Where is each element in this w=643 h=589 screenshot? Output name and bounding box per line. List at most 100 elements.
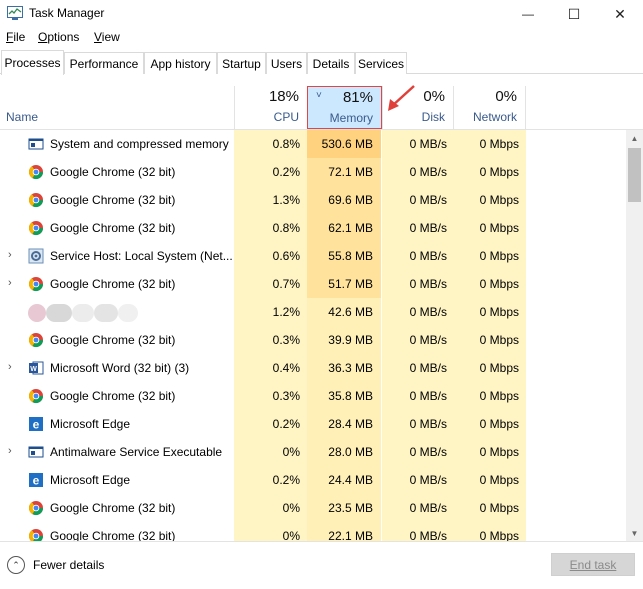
expand-chevron-icon[interactable]: › (8, 445, 12, 457)
process-row[interactable]: Google Chrome (32 bit) 1.3% 69.6 MB 0 MB/s 0… (0, 186, 626, 214)
chrome-icon (28, 221, 44, 236)
process-name: Google Chrome (32 bit) (50, 277, 176, 291)
process-row[interactable]: Google Chrome (32 bit) 0% 22.1 MB 0 MB/s 0 M… (0, 522, 626, 541)
disk-value: 0 MB/s (409, 417, 447, 431)
cpu-value: 0.7% (272, 277, 300, 291)
maximize-button[interactable]: ☐ (551, 0, 597, 28)
memory-value: 28.0 MB (328, 445, 373, 459)
memory-value: 42.6 MB (328, 305, 373, 319)
system-icon (28, 446, 44, 458)
process-row[interactable]: › Google Chrome (32 bit) 0.7% 51.7 MB 0 MB/s… (0, 270, 626, 298)
tab-app-history[interactable]: App history (144, 52, 217, 74)
network-percent: 0% (495, 88, 517, 105)
network-value: 0 Mbps (479, 529, 519, 541)
disk-percent: 0% (423, 88, 445, 105)
cpu-value: 1.2% (272, 305, 300, 319)
network-value: 0 Mbps (479, 277, 519, 291)
scroll-up-icon[interactable]: ▲ (626, 130, 643, 146)
cpu-value: 0.2% (272, 417, 300, 431)
column-header-memory[interactable]: ˅ 81% Memory (307, 86, 382, 129)
cpu-value: 0.8% (272, 137, 300, 151)
tab-strip: Processes Performance App history Startu… (0, 50, 643, 75)
process-name: Google Chrome (32 bit) (50, 333, 176, 347)
network-value: 0 Mbps (479, 361, 519, 375)
process-name: Google Chrome (32 bit) (50, 165, 176, 179)
disk-value: 0 MB/s (409, 137, 447, 151)
tab-startup[interactable]: Startup (217, 52, 266, 74)
scroll-down-icon[interactable]: ▼ (626, 525, 643, 541)
process-row[interactable]: System and compressed memory 0.8% 530.6 MB… (0, 130, 626, 158)
redacted-process-name (28, 304, 138, 322)
network-value: 0 Mbps (479, 165, 519, 179)
task-manager-icon (7, 6, 23, 20)
menu-view[interactable]: View (94, 30, 120, 44)
expand-chevron-icon[interactable]: › (8, 361, 12, 373)
memory-value: 35.8 MB (328, 389, 373, 403)
fewer-details-link[interactable]: Fewer details (33, 558, 104, 572)
process-row[interactable]: Google Chrome (32 bit) 0.3% 39.9 MB 0 MB/s 0… (0, 326, 626, 354)
column-header-name[interactable]: Name (6, 110, 38, 124)
network-value: 0 Mbps (479, 193, 519, 207)
memory-percent: 81% (342, 89, 373, 106)
process-name: Microsoft Word (32 bit) (3) (50, 361, 190, 375)
end-task-button[interactable]: End task (551, 553, 635, 576)
minimize-button[interactable]: — (505, 0, 551, 28)
scrollbar-thumb[interactable] (628, 148, 641, 202)
chrome-icon (28, 501, 44, 516)
tab-processes[interactable]: Processes (1, 50, 64, 75)
memory-value: 530.6 MB (321, 137, 373, 151)
svg-text:W: W (30, 366, 37, 373)
disk-value: 0 MB/s (409, 473, 447, 487)
minimize-icon: — (522, 7, 534, 21)
tab-services[interactable]: Services (355, 52, 407, 74)
column-header-network[interactable]: 0% Network (453, 86, 526, 129)
disk-value: 0 MB/s (409, 501, 447, 515)
menu-file[interactable]: File (6, 30, 25, 44)
network-value: 0 Mbps (479, 305, 519, 319)
process-row[interactable]: › W Microsoft Word (32 bit) (3) 0.4% 36.3 MB… (0, 354, 626, 382)
disk-value: 0 MB/s (409, 277, 447, 291)
footer: ⌃ Fewer details End task (0, 541, 643, 589)
process-row[interactable]: Google Chrome (32 bit) 0% 23.5 MB 0 MB/s 0 M… (0, 494, 626, 522)
process-row[interactable]: › Service Host: Local System (Net... 0.6% 5… (0, 242, 626, 270)
process-row[interactable]: Google Chrome (32 bit) 0.3% 35.8 MB 0 MB/s 0… (0, 382, 626, 410)
expand-chevron-icon[interactable]: › (8, 277, 12, 289)
cpu-value: 0.3% (272, 389, 300, 403)
chevron-up-icon[interactable]: ⌃ (7, 556, 25, 574)
network-value: 0 Mbps (479, 389, 519, 403)
title-bar: Task Manager — ☐ ✕ (0, 0, 643, 28)
memory-label: Memory (329, 111, 373, 125)
process-row[interactable]: Google Chrome (32 bit) 0.2% 72.1 MB 0 MB/s 0… (0, 158, 626, 186)
process-row[interactable]: 1.2% 42.6 MB 0 MB/s 0 Mbps (0, 298, 626, 326)
cpu-value: 0.6% (272, 249, 300, 263)
tab-performance[interactable]: Performance (64, 52, 144, 74)
close-button[interactable]: ✕ (597, 0, 643, 28)
process-row[interactable]: e Microsoft Edge 0.2% 28.4 MB 0 MB/s 0 Mbps (0, 410, 626, 438)
svg-text:e: e (33, 474, 40, 488)
tab-details[interactable]: Details (307, 52, 355, 74)
process-name: Microsoft Edge (50, 473, 131, 487)
process-name: Google Chrome (32 bit) (50, 221, 176, 235)
menu-bar: File Options View (0, 28, 643, 48)
process-row[interactable]: › Antimalware Service Executable 0% 28.0 MB… (0, 438, 626, 466)
memory-value: 55.8 MB (328, 249, 373, 263)
cpu-value: 1.3% (272, 193, 300, 207)
column-header-cpu[interactable]: 18% CPU (234, 86, 307, 129)
column-header-row: Name 18% CPU ˅ 81% Memory 0% Disk 0% Net… (0, 86, 643, 130)
network-value: 0 Mbps (479, 473, 519, 487)
disk-label: Disk (421, 110, 445, 124)
memory-value: 72.1 MB (328, 165, 373, 179)
sort-descending-icon: ˅ (316, 90, 322, 101)
process-row[interactable]: Google Chrome (32 bit) 0.8% 62.1 MB 0 MB/s 0… (0, 214, 626, 242)
disk-value: 0 MB/s (409, 305, 447, 319)
network-label: Network (472, 110, 517, 124)
vertical-scrollbar[interactable]: ▲ ▼ (626, 130, 643, 541)
network-value: 0 Mbps (479, 445, 519, 459)
expand-chevron-icon[interactable]: › (8, 249, 12, 261)
network-value: 0 Mbps (479, 249, 519, 263)
process-row[interactable]: e Microsoft Edge 0.2% 24.4 MB 0 MB/s 0 Mbps (0, 466, 626, 494)
chrome-icon (28, 333, 44, 348)
menu-options[interactable]: Options (38, 30, 79, 44)
chrome-icon (28, 193, 44, 208)
tab-users[interactable]: Users (266, 52, 307, 74)
